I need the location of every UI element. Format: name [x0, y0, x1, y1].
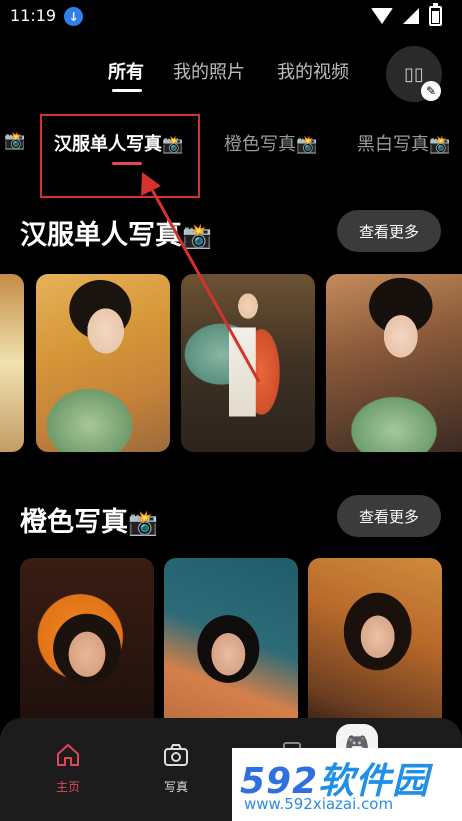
photo-card[interactable]	[20, 558, 154, 733]
edit-icon[interactable]: ✎	[421, 81, 441, 101]
placeholder-glyph-icon: ▯▯	[404, 63, 424, 85]
download-icon: ↓	[64, 7, 83, 26]
section-title-text: 汉服单人写真	[20, 220, 182, 251]
annotation-highlight-box	[40, 114, 200, 198]
watermark-url: www.592xiazai.com	[244, 795, 394, 813]
section-title-orange: 橙色写真📸	[20, 500, 158, 539]
tab-my-videos[interactable]: 我的视频	[277, 58, 349, 84]
nav-item-photo[interactable]: 写真	[146, 742, 206, 795]
view-more-button-hanfu[interactable]: 查看更多	[337, 210, 441, 252]
nav-label-home: 主页	[55, 780, 80, 794]
section-title-text: 橙色写真	[20, 507, 128, 538]
section-title-hanfu: 汉服单人写真📸	[20, 213, 212, 252]
photo-card[interactable]	[36, 274, 170, 452]
camera-emoji-icon: 📸	[296, 135, 318, 155]
photo-card[interactable]	[326, 274, 462, 452]
category-tab-partial[interactable]: 📸	[4, 130, 25, 151]
category-tab-bw[interactable]: 黑白写真📸	[357, 130, 450, 156]
battery-icon	[429, 3, 442, 26]
tab-all[interactable]: 所有	[108, 58, 144, 84]
camera-emoji-icon: 📸	[429, 135, 451, 155]
tab-my-photos[interactable]: 我的照片	[173, 58, 245, 84]
view-more-button-orange[interactable]: 查看更多	[337, 495, 441, 537]
photo-card[interactable]	[181, 274, 315, 452]
camera-emoji-icon: 📸	[128, 509, 158, 537]
status-icons	[371, 3, 442, 26]
category-tab-label: 橙色写真	[224, 134, 296, 155]
camera-emoji-icon: 📸	[182, 222, 212, 250]
photo-card[interactable]	[164, 558, 298, 733]
nav-item-home[interactable]: 主页	[38, 742, 98, 795]
nav-label-photo: 写真	[163, 780, 188, 794]
camera-emoji-icon: 📸	[4, 131, 26, 151]
home-icon	[55, 742, 81, 772]
status-bar: 11:19 ↓	[0, 0, 462, 34]
wifi-icon	[371, 8, 393, 24]
category-tab-orange[interactable]: 橙色写真📸	[224, 130, 317, 156]
signal-icon	[403, 8, 419, 24]
camera-icon	[163, 742, 189, 772]
photo-card-partial[interactable]	[0, 274, 24, 452]
tab-all-underline	[112, 89, 142, 92]
category-tab-label: 黑白写真	[357, 134, 429, 155]
status-time: 11:19	[10, 6, 57, 25]
photo-card[interactable]	[308, 558, 442, 733]
